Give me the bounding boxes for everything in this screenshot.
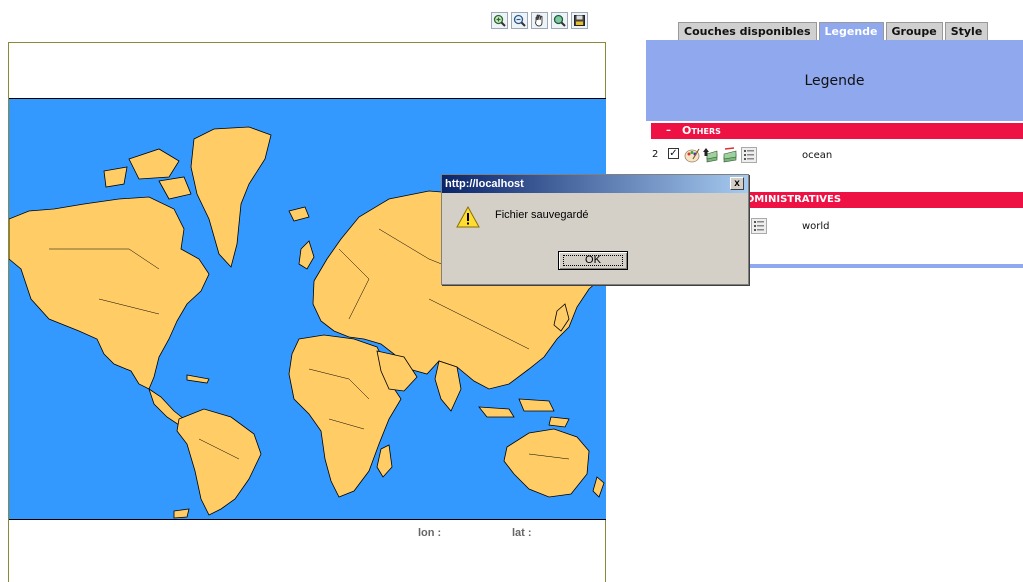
focus-outline	[563, 255, 623, 266]
group-label-administratives: DMINISTRATIVES	[746, 194, 842, 205]
dialog-title: http://localhost	[445, 178, 524, 190]
tab-style[interactable]: Style	[944, 22, 989, 40]
group-bar-others[interactable]: – Others	[651, 123, 1023, 139]
layer-row-ocean: 2 ✓ ocean	[646, 144, 1023, 166]
layer-order: 2	[652, 149, 659, 160]
world-map-graphic	[9, 126, 606, 519]
layer-up-icon[interactable]	[703, 147, 719, 163]
legend-header: Legende	[646, 40, 1023, 121]
longitude-label: lon :	[418, 527, 442, 539]
tab-legende[interactable]: Legende	[818, 22, 884, 40]
latitude-label: lat :	[512, 527, 532, 539]
layer-visible-checkbox[interactable]: ✓	[668, 148, 679, 159]
world-map[interactable]	[9, 98, 606, 520]
group-toggle-icon[interactable]: –	[666, 123, 671, 139]
dialog-message: Fichier sauvegardé	[495, 209, 589, 221]
group-label-others: Others	[682, 124, 721, 137]
zoom-in-icon[interactable]	[491, 12, 508, 29]
palette-icon[interactable]	[684, 147, 700, 163]
map-toolbar	[491, 12, 588, 29]
layer-name-ocean: ocean	[802, 150, 833, 161]
dialog-title-bar[interactable]: http://localhost x	[442, 175, 748, 193]
alert-dialog: http://localhost x Fichier sauvegardé OK	[441, 174, 749, 285]
save-disk-icon[interactable]	[571, 12, 588, 29]
zoom-extent-icon[interactable]	[551, 12, 568, 29]
tab-groupe[interactable]: Groupe	[885, 22, 943, 40]
layer-name-world: world	[802, 221, 830, 232]
layer-properties-icon[interactable]	[741, 147, 757, 163]
ok-button[interactable]: OK	[558, 251, 628, 270]
zoom-out-icon[interactable]	[511, 12, 528, 29]
layer-down-icon[interactable]	[722, 147, 738, 163]
close-icon[interactable]: x	[730, 177, 744, 190]
layer-properties-icon[interactable]	[751, 218, 767, 234]
tab-couches-disponibles[interactable]: Couches disponibles	[678, 22, 817, 40]
warning-icon	[456, 205, 480, 232]
panel-tabs: Couches disponibles Legende Groupe Style	[678, 22, 989, 40]
pan-hand-icon[interactable]	[531, 12, 548, 29]
